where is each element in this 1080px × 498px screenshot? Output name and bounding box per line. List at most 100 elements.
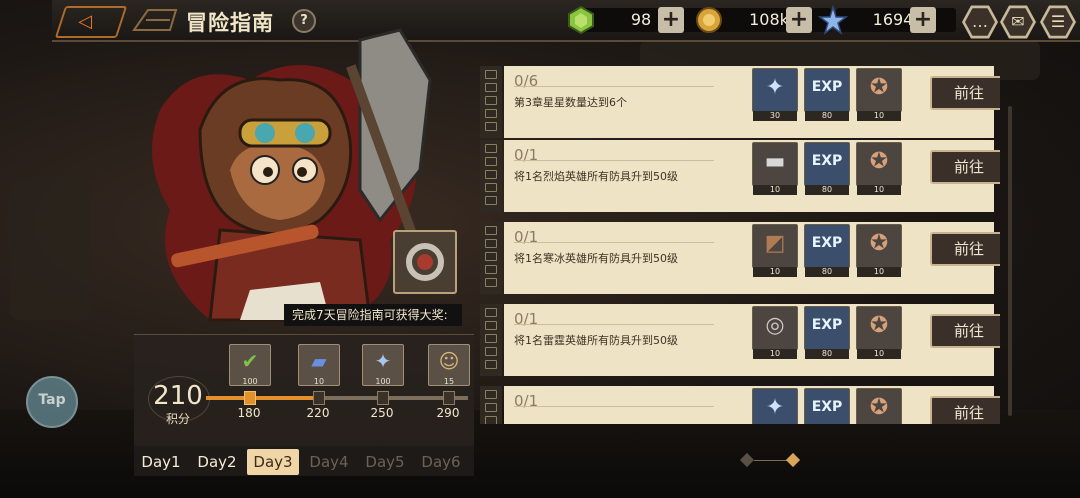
task-reward-medal[interactable]: ✪ 10 [856,306,902,359]
task-description: 将1名雷霆英雄所有防具升到50级 [514,334,678,347]
task-row-tab [480,66,502,138]
milestone-reward-hero-portrait[interactable]: ☺ 15 [428,344,470,386]
task-reward-crystal-star[interactable]: ✦ [752,388,798,424]
task-go-button[interactable]: 前往 [930,232,1000,266]
task-go-button[interactable]: 前往 [930,396,1000,424]
milestone-threshold: 250 [370,406,394,420]
milestone-reward-count: 100 [242,377,258,386]
task-description: 将1名烈焰英雄所有防具升到50级 [514,170,678,183]
task-reward-coin-stack[interactable]: ◎ 10 [752,306,798,359]
exp-icon: EXP [811,79,843,95]
task-go-button[interactable]: 前往 [930,150,1000,184]
tab-day1[interactable]: Day1 [135,449,187,475]
add-green-gem-button[interactable]: + [658,7,684,33]
task-reward-count: 10 [857,349,901,359]
task-row-tab [480,222,502,294]
gold-coin-icon [696,7,722,33]
task-reward-leather[interactable]: ◩ 10 [752,224,798,277]
task-card: 0/1 将1名烈焰英雄所有防具升到50级 ▬ 10 EXP 80 ✪ 10 前往 [504,140,1000,212]
task-divider [514,406,714,407]
grand-reward-caption: 完成7天冒险指南可获得大奖: [284,304,462,326]
menu-button[interactable]: ☰ [1040,4,1076,40]
milestone-node [313,391,325,405]
milestone-node [377,391,389,405]
milestone-reward-count: 10 [313,377,325,386]
add-crystal-button[interactable]: + [910,7,936,33]
task-reward-iron-ingot[interactable]: ▬ 10 [752,142,798,195]
milestone-reward-check-box[interactable]: ✔ 100 [229,344,271,386]
back-button[interactable]: ◁ [54,6,128,38]
task-reward-crystal-star[interactable]: ✦ 30 [752,68,798,121]
milestone-reward-blue-card[interactable]: ▰ 10 [298,344,340,386]
task-list[interactable]: 0/6 第3章星星数量达到6个 ✦ 30 EXP 80 ✪ 10 前往 0/1 将1名烈焰英雄所有防… [480,66,1000,424]
task-reward-exp[interactable]: EXP 80 [804,68,850,121]
exp-icon: EXP [811,399,843,415]
task-reward-exp[interactable]: EXP 80 [804,224,850,277]
tab-day3[interactable]: Day3 [247,449,299,475]
medal-icon: ✪ [869,75,889,100]
task-reward-exp[interactable]: EXP 80 [804,142,850,195]
task-reward-medal[interactable]: ✪ 10 [856,68,902,121]
task-reward-exp[interactable]: EXP [804,388,850,424]
task-description: 第3章星星数量达到6个 [514,96,627,109]
tap-button[interactable]: Tap [26,376,78,428]
page-dot-active [785,452,801,468]
milestone-reward-crystal-star[interactable]: ✦ 100 [362,344,404,386]
milestone-threshold: 220 [306,406,330,420]
mail-icon: ✉ [1003,8,1033,36]
task-reward-count: 10 [857,185,901,195]
task-go-button[interactable]: 前往 [930,314,1000,348]
milestone-reward-count: 15 [443,377,455,386]
add-gold-button[interactable]: + [786,7,812,33]
task-divider [514,160,714,161]
blue-card-icon: ▰ [311,349,327,373]
task-list-scrollbar[interactable] [1008,106,1012,416]
task-reward-medal[interactable]: ✪ [856,388,902,424]
milestone-threshold: 290 [436,406,460,420]
tab-day6[interactable]: Day6 [415,449,467,475]
back-arrow-icon: ◁ [78,11,93,32]
featured-reward-slot[interactable] [393,230,457,294]
milestone-node [443,391,455,405]
task-row: 0/1 将1名烈焰英雄所有防具升到50级 ▬ 10 EXP 80 ✪ 10 前往 [480,140,1000,212]
task-row-tab [480,304,502,376]
milestone-node [244,391,256,405]
task-reward-exp[interactable]: EXP 80 [804,306,850,359]
task-reward-count: 10 [753,185,797,195]
task-row-tab [480,386,502,424]
iron-ingot-icon: ▬ [764,149,786,174]
crystal-star-icon: ✦ [765,75,785,100]
task-go-button[interactable]: 前往 [930,76,1000,110]
score-label: 积分 [165,412,190,426]
task-row: 0/6 第3章星星数量达到6个 ✦ 30 EXP 80 ✪ 10 前往 [480,66,1000,138]
menu-icon: ☰ [1043,8,1073,36]
task-card: 0/1 将1名寒冰英雄所有防具升到50级 ◩ 10 EXP 80 ✪ 10 前往 [504,222,1000,294]
tab-day5[interactable]: Day5 [359,449,411,475]
task-reward-count: 10 [857,111,901,121]
chat-button[interactable]: … [962,4,998,40]
tab-day2[interactable]: Day2 [191,449,243,475]
chat-icon: … [965,8,995,36]
task-reward-count: 80 [805,111,849,121]
mail-button[interactable]: ✉ [1000,4,1036,40]
task-reward-medal[interactable]: ✪ 10 [856,224,902,277]
task-progress: 0/1 [514,228,539,246]
task-reward-count: 10 [753,267,797,277]
milestone-reward-count: 100 [375,377,391,386]
tab-day4[interactable]: Day4 [303,449,355,475]
task-row: 0/1 将1名寒冰英雄所有防具升到50级 ◩ 10 EXP 80 ✪ 10 前往 [480,222,1000,294]
task-row-tab [480,140,502,212]
task-divider [514,86,714,87]
page-indicator-line [754,460,788,461]
task-row: 0/1 将1名雷霆英雄所有防具升到50级 ◎ 10 EXP 80 ✪ 10 前往 [480,304,1000,376]
task-reward-count: 80 [805,267,849,277]
medal-icon: ✪ [869,231,889,256]
task-reward-count: 80 [805,349,849,359]
task-progress: 0/1 [514,146,539,164]
page-dot [739,452,755,468]
task-reward-medal[interactable]: ✪ 10 [856,142,902,195]
mechanical-ring-icon [406,243,444,281]
milestone-threshold: 180 [237,406,261,420]
task-progress: 0/6 [514,72,539,90]
check-box-icon: ✔ [241,349,259,373]
